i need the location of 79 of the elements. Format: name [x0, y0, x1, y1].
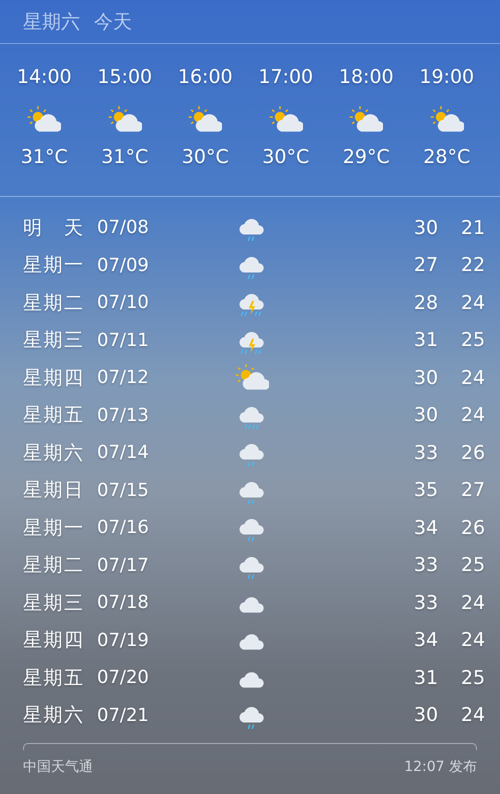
day-label: 星期五	[23, 403, 83, 428]
sun-cloud-icon	[235, 363, 269, 392]
hour-time: 16:00	[178, 66, 233, 88]
high-temperature: 28	[412, 292, 440, 314]
hour-temperature: 29°C	[342, 146, 390, 168]
low-temperature: 24	[460, 704, 486, 726]
date-label: 07/15	[97, 480, 150, 501]
hour-time: 18:00	[338, 66, 394, 88]
day-label: 星期三	[23, 328, 83, 354]
day-label: 星期四	[23, 366, 83, 391]
day-label: 星期六	[23, 703, 83, 728]
low-temperature: 25	[460, 666, 486, 689]
high-temperature: 34	[412, 516, 440, 539]
low-temperature: 25	[460, 329, 486, 352]
day-label: 星期日	[23, 478, 83, 504]
hour-temperature: 28°C	[423, 146, 470, 168]
low-temperature: 27	[460, 479, 486, 502]
date-label: 07/11	[97, 330, 150, 351]
date-label: 07/17	[97, 554, 150, 576]
low-temperature: 24	[460, 592, 486, 614]
day-label: 星期五	[23, 666, 83, 691]
low-temperature: 24	[460, 292, 486, 314]
high-temperature: 33	[412, 554, 440, 576]
sun-cloud-icon	[349, 104, 384, 134]
date-label: 07/19	[97, 630, 150, 651]
low-temperature: 25	[460, 554, 486, 576]
low-temperature: 26	[460, 516, 486, 539]
hour-time: 19:00	[419, 66, 474, 88]
low-temperature: 26	[460, 442, 486, 464]
date-label: 07/09	[97, 254, 150, 276]
hour-temperature: 30°C	[182, 146, 229, 168]
sun-cloud-icon	[27, 104, 62, 134]
high-temperature: 33	[412, 592, 440, 614]
sun-cloud-icon	[430, 104, 464, 134]
low-temperature: 24	[460, 404, 486, 426]
hour-temperature: 31°C	[101, 146, 148, 168]
high-temperature: 33	[412, 442, 440, 464]
high-temperature: 30	[412, 366, 440, 389]
low-temperature: 24	[460, 366, 486, 389]
date-label: 07/13	[97, 404, 150, 426]
high-temperature: 30	[412, 404, 440, 426]
hour-time: 15:00	[97, 66, 152, 88]
date-label: 07/21	[97, 704, 150, 726]
low-temperature: 24	[460, 629, 486, 652]
date-label: 07/14	[97, 442, 150, 464]
date-label: 07/10	[97, 292, 150, 314]
day-label: 星期四	[23, 628, 83, 654]
publish-time: 12:07 发布	[404, 758, 477, 776]
today-label: 今天	[94, 10, 132, 34]
hour-temperature: 31°C	[20, 146, 68, 168]
day-label: 星期二	[23, 290, 83, 316]
sun-cloud-icon	[268, 104, 303, 134]
date-label: 07/16	[97, 517, 150, 538]
date-label: 07/18	[97, 592, 150, 614]
day-label: 星期一	[23, 253, 83, 278]
hour-time: 17:00	[258, 66, 314, 88]
day-label: 星期三	[23, 590, 83, 616]
day-label: 星期二	[23, 553, 83, 578]
hour-temperature: 30°C	[262, 146, 310, 168]
sun-cloud-icon	[108, 104, 142, 134]
weekday-label: 星期六	[23, 10, 80, 34]
low-temperature: 21	[460, 216, 486, 239]
day-label: 星期六	[23, 440, 83, 466]
high-temperature: 31	[412, 329, 440, 352]
date-label: 07/12	[97, 367, 150, 388]
low-temperature: 22	[460, 254, 486, 276]
hour-time: 14:00	[16, 66, 72, 88]
high-temperature: 35	[412, 479, 440, 502]
date-label: 07/08	[97, 217, 150, 238]
high-temperature: 31	[412, 666, 440, 689]
high-temperature: 34	[412, 629, 440, 652]
day-label: 明天	[23, 216, 83, 241]
high-temperature: 30	[412, 216, 440, 239]
high-temperature: 30	[412, 704, 440, 726]
date-label: 07/20	[97, 667, 150, 688]
sun-cloud-icon	[188, 104, 222, 134]
day-label: 星期一	[23, 516, 83, 541]
high-temperature: 27	[412, 254, 440, 276]
source-label: 中国天气通	[23, 758, 93, 776]
